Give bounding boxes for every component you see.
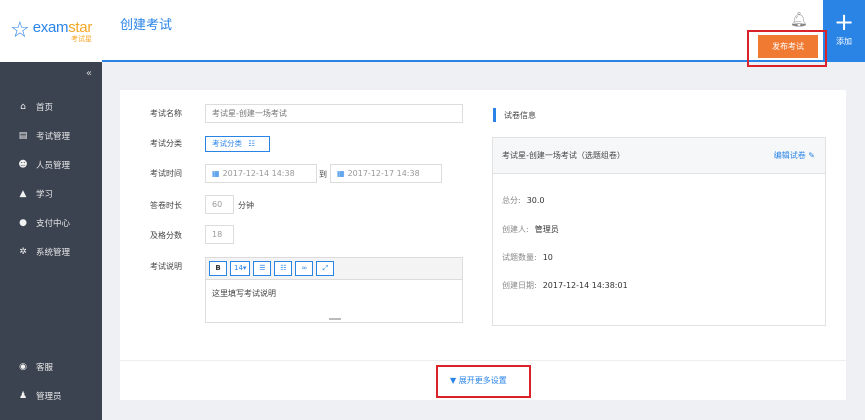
payment-icon: ● xyxy=(19,217,27,228)
start-time-input[interactable]: ▦ 2017-12-14 14:38 xyxy=(205,164,317,183)
exam-category-button[interactable]: 考试分类 ☷ xyxy=(205,136,270,152)
unordered-list-icon[interactable]: ☰ xyxy=(253,261,272,276)
plus-icon: + xyxy=(833,8,855,36)
page-title: 创建考试 xyxy=(120,18,173,33)
pass-score-input[interactable]: 18 xyxy=(205,225,234,244)
duration-label: 答卷时长 xyxy=(150,201,182,210)
category-list-icon: ☷ xyxy=(248,139,256,148)
end-time-input[interactable]: ▦ 2017-12-17 14:38 xyxy=(330,164,442,183)
exam-category-label: 考试分类 xyxy=(150,139,182,148)
sidebar-item-exam-management[interactable]: ▤ 考试管理 xyxy=(0,121,102,150)
add-button[interactable]: + 添加 xyxy=(823,0,865,62)
editor-resize-handle[interactable] xyxy=(329,318,341,320)
time-range-separator: 到 xyxy=(319,170,327,179)
exam-name-label: 考试名称 xyxy=(150,109,182,118)
duration-input[interactable]: 60 xyxy=(205,195,234,214)
collapse-sidebar-icon[interactable]: « xyxy=(86,68,92,79)
publish-exam-button[interactable]: 发布考试 xyxy=(758,35,818,58)
fullscreen-icon[interactable]: ⤢ xyxy=(316,261,335,276)
star-logo-icon: ☆ xyxy=(10,18,30,43)
paper-name: 考试星-创建一场考试（选题组卷） xyxy=(502,151,625,160)
sidebar: « ⌂ 首页 ▤ 考试管理 ☻ 人员管理 ▲ 学习 ● 支付中心 ✲ 系统管理 ◉ 客服 ♟ 管… xyxy=(0,62,102,420)
sidebar-bottom: ◉ 客服 ♟ 管理员 xyxy=(0,352,102,410)
question-count: 试题数量: 10 xyxy=(502,253,553,262)
create-exam-form-panel: 考试名称 考试分类 考试分类 ☷ 考试时间 ▦2017-12-14 14:38 … xyxy=(120,90,846,400)
sidebar-item-user-management[interactable]: ☻ 人员管理 xyxy=(0,150,102,179)
edit-paper-link[interactable]: 编辑试卷 ✎ xyxy=(774,150,815,161)
created-date: 创建日期: 2017-12-14 14:38:01 xyxy=(502,281,628,290)
sidebar-item-home[interactable]: ⌂ 首页 xyxy=(0,92,102,121)
graduation-cap-icon: ▲ xyxy=(19,188,27,199)
link-icon[interactable]: ∞ xyxy=(295,261,314,276)
creator: 创建人: 管理员 xyxy=(502,225,559,234)
calendar-icon: ▦ xyxy=(212,169,220,178)
exam-name-input[interactable] xyxy=(205,104,463,123)
description-textarea[interactable]: 这里填写考试说明 xyxy=(206,280,462,307)
bell-icon[interactable]: 🔔︎ xyxy=(790,12,808,30)
examstar-logo[interactable]: ☆ examstar 考试星 xyxy=(0,0,102,62)
description-editor: B 14▾ ☰ ☷ ∞ ⤢ 这里填写考试说明 xyxy=(205,257,463,323)
calendar-icon: ▦ xyxy=(337,169,345,178)
sidebar-item-payment[interactable]: ● 支付中心 xyxy=(0,208,102,237)
ordered-list-icon[interactable]: ☷ xyxy=(274,261,293,276)
total-score: 总分: 30.0 xyxy=(502,196,545,205)
expand-more-settings-link[interactable]: ▼ 展开更多设置 xyxy=(450,375,507,386)
users-icon: ☻ xyxy=(18,159,28,170)
exam-manage-icon: ▤ xyxy=(18,130,28,141)
pass-score-label: 及格分数 xyxy=(150,231,182,240)
editor-toolbar: B 14▾ ☰ ☷ ∞ ⤢ xyxy=(206,258,462,280)
exam-time-label: 考试时间 xyxy=(150,169,182,178)
support-icon: ◉ xyxy=(19,361,27,372)
exam-description-label: 考试说明 xyxy=(150,262,182,271)
sidebar-item-support[interactable]: ◉ 客服 xyxy=(0,352,102,381)
duration-unit: 分钟 xyxy=(238,201,254,210)
sidebar-item-system[interactable]: ✲ 系统管理 xyxy=(0,237,102,266)
settings-icon: ✲ xyxy=(19,246,27,257)
sidebar-item-learning[interactable]: ▲ 学习 xyxy=(0,179,102,208)
paper-info-card: 考试星-创建一场考试（选题组卷） 编辑试卷 ✎ 总分: 30.0 创建人: 管理员 … xyxy=(492,137,826,326)
bold-button[interactable]: B xyxy=(209,261,227,276)
admin-user-icon: ♟ xyxy=(18,390,28,401)
paper-info-heading: 试卷信息 xyxy=(493,108,536,122)
sidebar-nav: ⌂ 首页 ▤ 考试管理 ☻ 人员管理 ▲ 学习 ● 支付中心 ✲ 系统管理 xyxy=(0,92,102,266)
sidebar-item-admin[interactable]: ♟ 管理员 xyxy=(0,381,102,410)
top-header: ☆ examstar 考试星 创建考试 🔔︎ + 添加 xyxy=(0,0,865,62)
font-size-dropdown[interactable]: 14▾ xyxy=(230,261,251,276)
home-icon: ⌂ xyxy=(20,101,26,112)
